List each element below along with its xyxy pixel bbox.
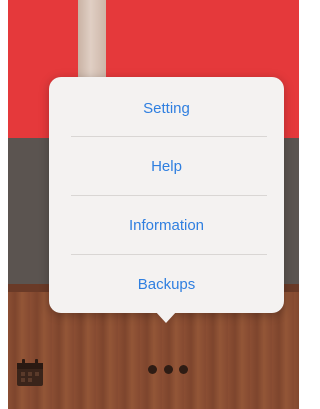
menu-item-setting[interactable]: Setting — [49, 79, 284, 137]
menu-item-information[interactable]: Information — [49, 196, 284, 254]
more-icon[interactable] — [148, 362, 188, 376]
menu-item-label: Setting — [143, 99, 190, 117]
menu-item-label: Information — [128, 216, 205, 234]
menu-item-help[interactable]: Help — [49, 137, 284, 195]
more-dot — [163, 364, 173, 374]
popover-arrow — [155, 311, 177, 323]
more-dot — [179, 364, 188, 374]
app-screen: Setting Help Information Backups — [8, 0, 299, 409]
menu-item-backups[interactable]: Backups — [49, 255, 284, 313]
bookmark-ribbon — [78, 0, 106, 82]
menu-item-label: Backups — [137, 275, 196, 293]
menu-popover: Setting Help Information Backups — [49, 77, 284, 313]
calendar-icon[interactable] — [15, 358, 45, 388]
menu-item-label: Help — [151, 157, 182, 175]
more-dot — [148, 364, 157, 374]
